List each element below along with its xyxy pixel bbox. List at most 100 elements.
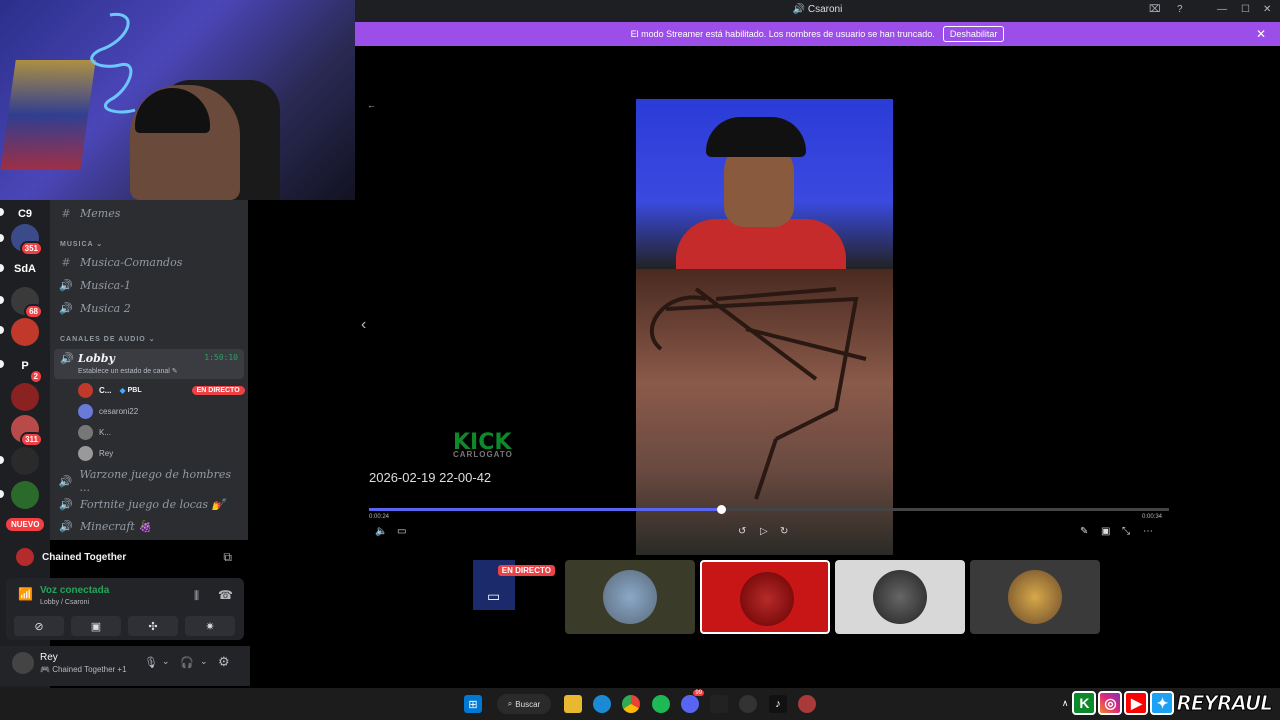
app-icon[interactable] <box>798 695 816 713</box>
avatar <box>78 403 93 419</box>
chevron-down-icon[interactable]: ⌄ <box>200 656 208 667</box>
close-icon[interactable]: ✕ <box>1263 4 1271 15</box>
signal-icon[interactable]: 📶 <box>18 587 33 601</box>
title-bar: 🔊 Csaroni ⌧ ? — ☐ ✕ <box>355 0 1280 22</box>
avatar <box>78 382 93 398</box>
category-musica[interactable]: MUSICA ⌄ <box>60 240 103 248</box>
category-audio[interactable]: CANALES DE AUDIO ⌄ <box>60 335 156 343</box>
channel-status[interactable]: Establece un estado de canal ✎ <box>78 367 178 375</box>
inbox-icon[interactable]: ⌧ <box>1149 4 1161 15</box>
username[interactable]: Rey <box>40 652 58 663</box>
voice-member[interactable]: C... ◆ PBL EN DIRECTO <box>78 381 245 399</box>
recording-datestamp: 2026-02-19 22-00-42 <box>369 470 492 485</box>
camera-off-button[interactable]: ⊘ <box>14 616 64 636</box>
gear-icon[interactable]: ⚙ <box>218 654 230 670</box>
new-badge[interactable]: NUEVO <box>6 518 45 531</box>
participant-tile[interactable]: ▭ EN DIRECTO <box>429 560 559 634</box>
unread-pip <box>0 296 4 304</box>
soundboard-icon[interactable]: ⫼ <box>194 590 199 603</box>
participant-tile[interactable] <box>835 560 965 634</box>
server-icon[interactable]: 311 <box>11 415 43 447</box>
fullscreen-icon[interactable]: ⤡ <box>1122 526 1130 537</box>
microphone-icon[interactable]: 🎙 <box>144 656 158 669</box>
mention-badge: 311 <box>20 432 43 447</box>
server-icon[interactable] <box>11 318 39 346</box>
chevron-left-icon[interactable]: ‹ <box>361 316 366 334</box>
channel-musica-comandos[interactable]: # Musica-Comandos <box>58 252 240 272</box>
chevron-down-icon[interactable]: ⌄ <box>162 656 170 667</box>
minimize-icon[interactable]: — <box>1217 4 1227 15</box>
server-icon[interactable] <box>11 447 39 475</box>
close-icon[interactable]: ✕ <box>1256 27 1266 41</box>
screen-share-icon[interactable]: ⧉ <box>223 550 232 565</box>
screen-share-button[interactable]: ▣ <box>71 616 121 636</box>
terminal-icon[interactable] <box>710 695 728 713</box>
screen-share-icon: ▣ <box>90 620 102 633</box>
disable-button[interactable]: Deshabilitar <box>942 26 1005 42</box>
more-icon[interactable]: ⋯ <box>1143 526 1153 537</box>
camera-off-icon: ⊘ <box>34 620 44 633</box>
edge-icon[interactable] <box>593 695 611 713</box>
channel-musica-1[interactable]: 🔊 Musica-1 <box>58 275 240 295</box>
server-icon[interactable]: P2 <box>11 352 43 384</box>
server-icon[interactable] <box>11 383 39 411</box>
streamer-mode-banner: El modo Streamer está habilitado. Los no… <box>355 22 1280 46</box>
tiktok-icon[interactable]: ♪ <box>769 695 787 713</box>
unread-pip <box>0 360 4 368</box>
server-icon[interactable]: 68 <box>11 287 43 319</box>
voice-status[interactable]: Voz conectada <box>40 585 109 596</box>
channel-musica-2[interactable]: 🔊 Musica 2 <box>58 298 240 318</box>
banner-text: El modo Streamer está habilitado. Los no… <box>630 29 935 39</box>
stream-video[interactable] <box>636 99 893 555</box>
activity-panel[interactable]: Chained Together ⧉ <box>6 542 244 572</box>
server-icon[interactable]: SdA <box>11 255 39 283</box>
participant-tile[interactable] <box>970 560 1100 634</box>
avatar[interactable] <box>12 652 34 674</box>
discord-icon[interactable]: 99 <box>681 690 704 713</box>
miniplayer-icon[interactable]: ▣ <box>1101 526 1110 537</box>
channel-lobby[interactable]: 🔊 Lobby 1:50:10 Establece un estado de c… <box>54 349 244 379</box>
rewind-icon[interactable]: ↺ <box>738 526 746 537</box>
back-arrow-icon[interactable]: ← <box>367 100 376 110</box>
voice-member[interactable]: K... <box>78 423 111 441</box>
hash-icon: # <box>61 255 71 269</box>
help-icon[interactable]: ? <box>1177 4 1183 15</box>
file-explorer-icon[interactable] <box>564 695 582 713</box>
app-icon[interactable] <box>739 695 757 713</box>
voice-member[interactable]: Rey <box>78 444 113 462</box>
avatar <box>78 424 93 440</box>
participant-tile[interactable] <box>565 560 695 634</box>
headphones-icon[interactable]: 🎧 <box>180 656 194 669</box>
channel-fortnite[interactable]: 🔊 Fortnite juego de locas 💅 <box>58 494 240 514</box>
mention-badge: 351 <box>19 241 43 256</box>
volume-icon[interactable]: 🔈 <box>375 526 387 537</box>
captions-icon[interactable]: ▭ <box>397 526 406 537</box>
play-icon[interactable]: ▷ <box>760 526 768 537</box>
chrome-icon[interactable] <box>622 695 640 713</box>
server-icon[interactable]: 351 <box>11 224 43 256</box>
effects-button[interactable]: ✷ <box>185 616 235 636</box>
spotify-icon[interactable] <box>652 695 670 713</box>
gameplay-structure <box>649 287 867 500</box>
progress-bar[interactable] <box>369 505 1169 514</box>
channel-minecraft[interactable]: 🔊 Minecraft 🍇 <box>58 516 240 536</box>
server-icon[interactable] <box>11 481 39 509</box>
participant-tile-speaking[interactable] <box>700 560 830 634</box>
live-badge: EN DIRECTO <box>497 565 555 576</box>
user-panel: Rey 🎮 Chained Together +1 🎙 ⌄ 🎧 ⌄ ⚙ <box>0 646 250 686</box>
disconnect-icon[interactable]: ☎ <box>218 588 233 602</box>
activities-button[interactable]: ✣ <box>128 616 178 636</box>
progress-handle[interactable] <box>717 505 726 514</box>
chevron-up-icon[interactable]: ∧ <box>1062 698 1069 709</box>
maximize-icon[interactable]: ☐ <box>1241 4 1250 15</box>
channel-warzone[interactable]: 🔊 Warzone juego de hombres ... <box>58 468 240 494</box>
taskbar-search[interactable]: ⌕ Buscar <box>497 694 551 714</box>
channel-memes[interactable]: # Memes <box>58 203 240 223</box>
windows-start-icon[interactable]: ⊞ <box>464 695 482 713</box>
edit-icon[interactable]: ✎ <box>1080 526 1088 537</box>
voice-location[interactable]: Lobby / Csaroni <box>40 599 89 606</box>
notification-badge: 99 <box>693 690 704 696</box>
voice-member[interactable]: cesaroni22 <box>78 402 138 420</box>
mention-badge: 68 <box>24 304 43 319</box>
forward-icon[interactable]: ↻ <box>780 526 788 537</box>
